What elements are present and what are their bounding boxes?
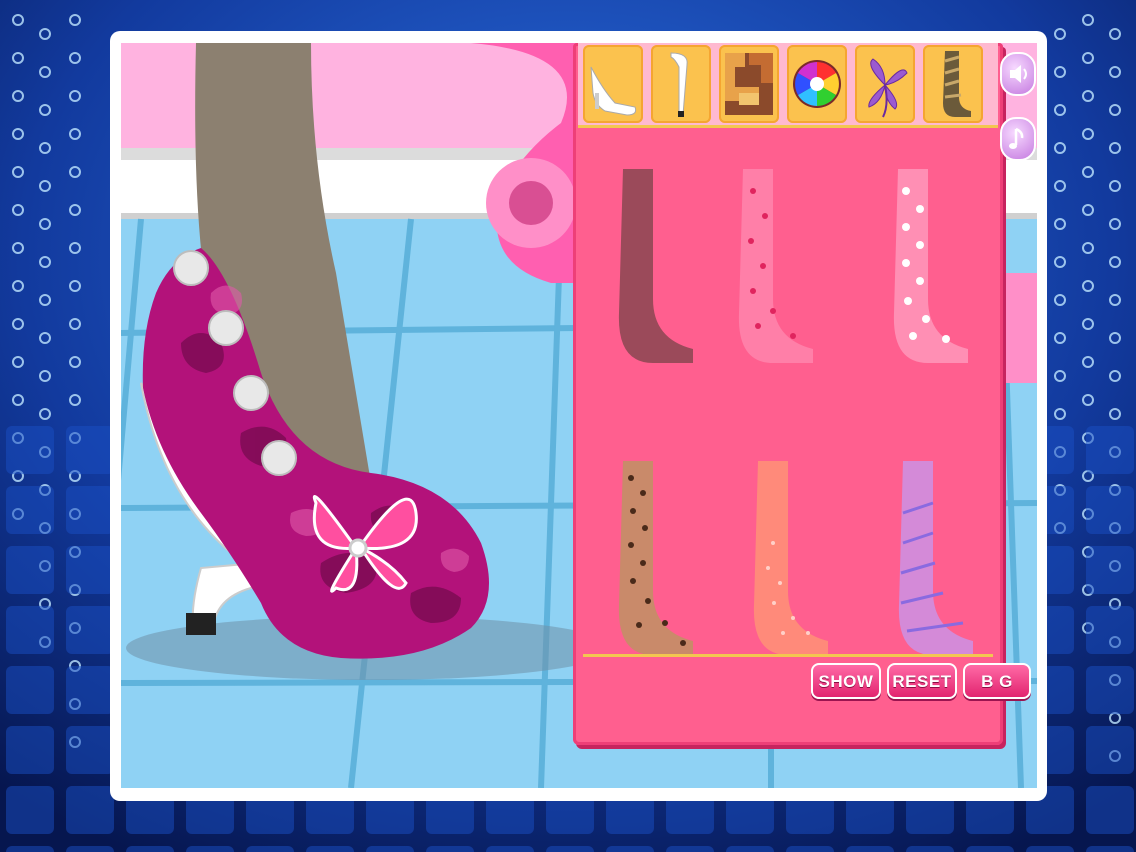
panel-divider <box>583 654 993 657</box>
item-panel <box>573 43 1003 745</box>
sock-icon <box>753 461 828 655</box>
category-tab-bar <box>578 43 998 128</box>
sound-toggle-button[interactable] <box>1000 52 1036 96</box>
heel-tip <box>186 613 216 635</box>
sock-icon <box>898 461 973 655</box>
tab-shoe[interactable] <box>583 45 643 123</box>
sock-item-5[interactable] <box>738 453 848 663</box>
sock-item-6[interactable] <box>883 453 993 663</box>
music-toggle-button[interactable] <box>1000 117 1036 161</box>
music-note-icon <box>1009 127 1024 149</box>
sock-item-2[interactable] <box>723 161 833 371</box>
speaker-icon <box>1010 65 1027 83</box>
sock-icon <box>738 169 813 363</box>
show-button[interactable]: SHOW <box>811 663 881 699</box>
sock-item-4[interactable] <box>603 453 713 663</box>
sock-icon <box>943 51 971 117</box>
sock-icon <box>893 169 968 363</box>
sock-icon <box>618 461 693 655</box>
tab-pattern[interactable] <box>719 45 779 123</box>
tab-socks[interactable] <box>923 45 983 123</box>
tab-decoration[interactable] <box>855 45 915 123</box>
flower-icon <box>868 58 908 118</box>
sock-item-1[interactable] <box>603 161 713 371</box>
reset-button[interactable]: RESET <box>887 663 957 699</box>
pattern-icon <box>725 53 773 115</box>
sock-icon <box>618 169 693 363</box>
bg-button[interactable]: B G <box>963 663 1031 699</box>
sock-item-3[interactable] <box>878 161 988 371</box>
tab-heel[interactable] <box>651 45 711 123</box>
color-wheel-icon <box>793 60 841 108</box>
tab-color[interactable] <box>787 45 847 123</box>
shoe-icon <box>590 66 637 116</box>
heel-icon <box>670 52 688 117</box>
